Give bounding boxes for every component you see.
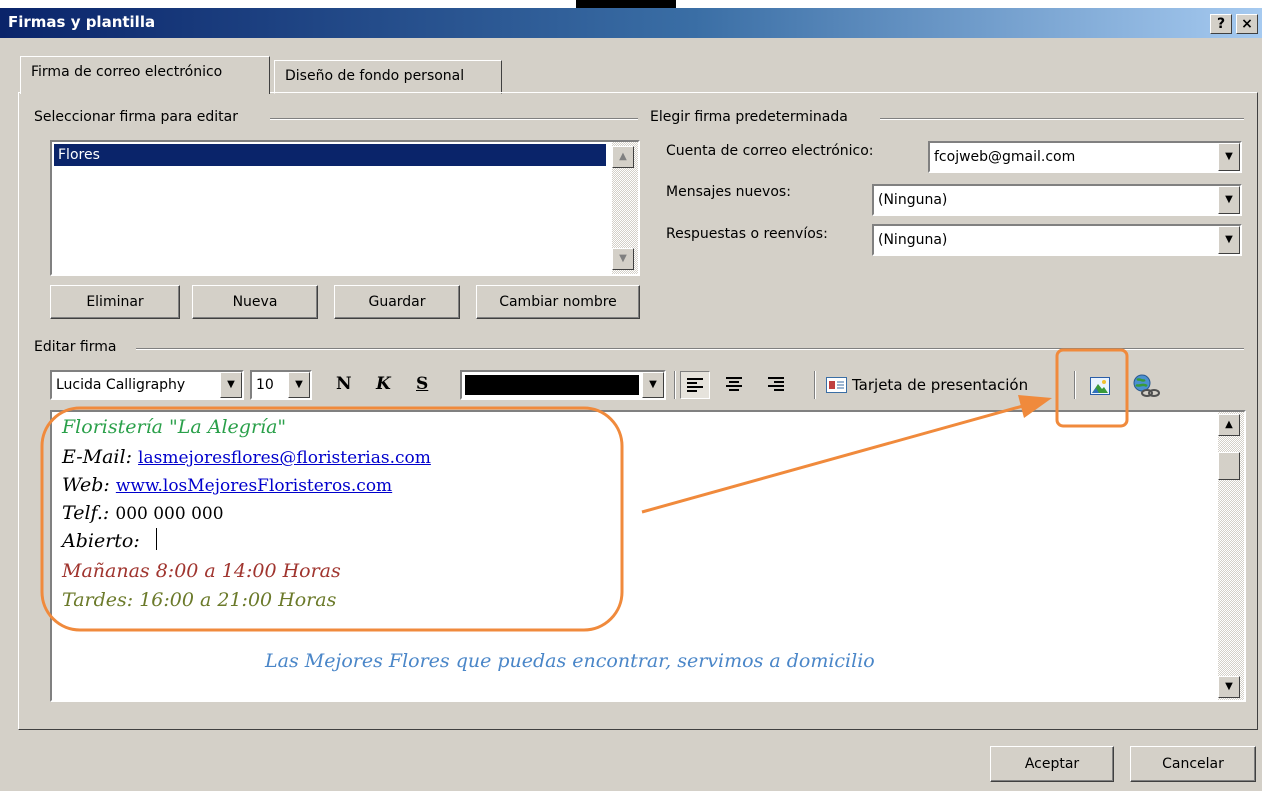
- ok-button-label: Aceptar: [1024, 756, 1080, 772]
- tab-email-signature[interactable]: Firma de correo electrónico: [20, 56, 270, 94]
- cancel-button[interactable]: Cancelar: [1130, 746, 1256, 782]
- tab-label: Firma de correo electrónico: [31, 64, 223, 80]
- annotation-arrow-line: [641, 402, 1031, 514]
- annotation-arrowhead: [1018, 395, 1052, 418]
- ok-button[interactable]: Aceptar: [990, 746, 1114, 782]
- annotation-overlay: [40, 348, 1129, 632]
- annotation-ellipse: [40, 406, 624, 632]
- annotation-box: [1055, 348, 1129, 428]
- cancel-button-label: Cancelar: [1162, 756, 1224, 772]
